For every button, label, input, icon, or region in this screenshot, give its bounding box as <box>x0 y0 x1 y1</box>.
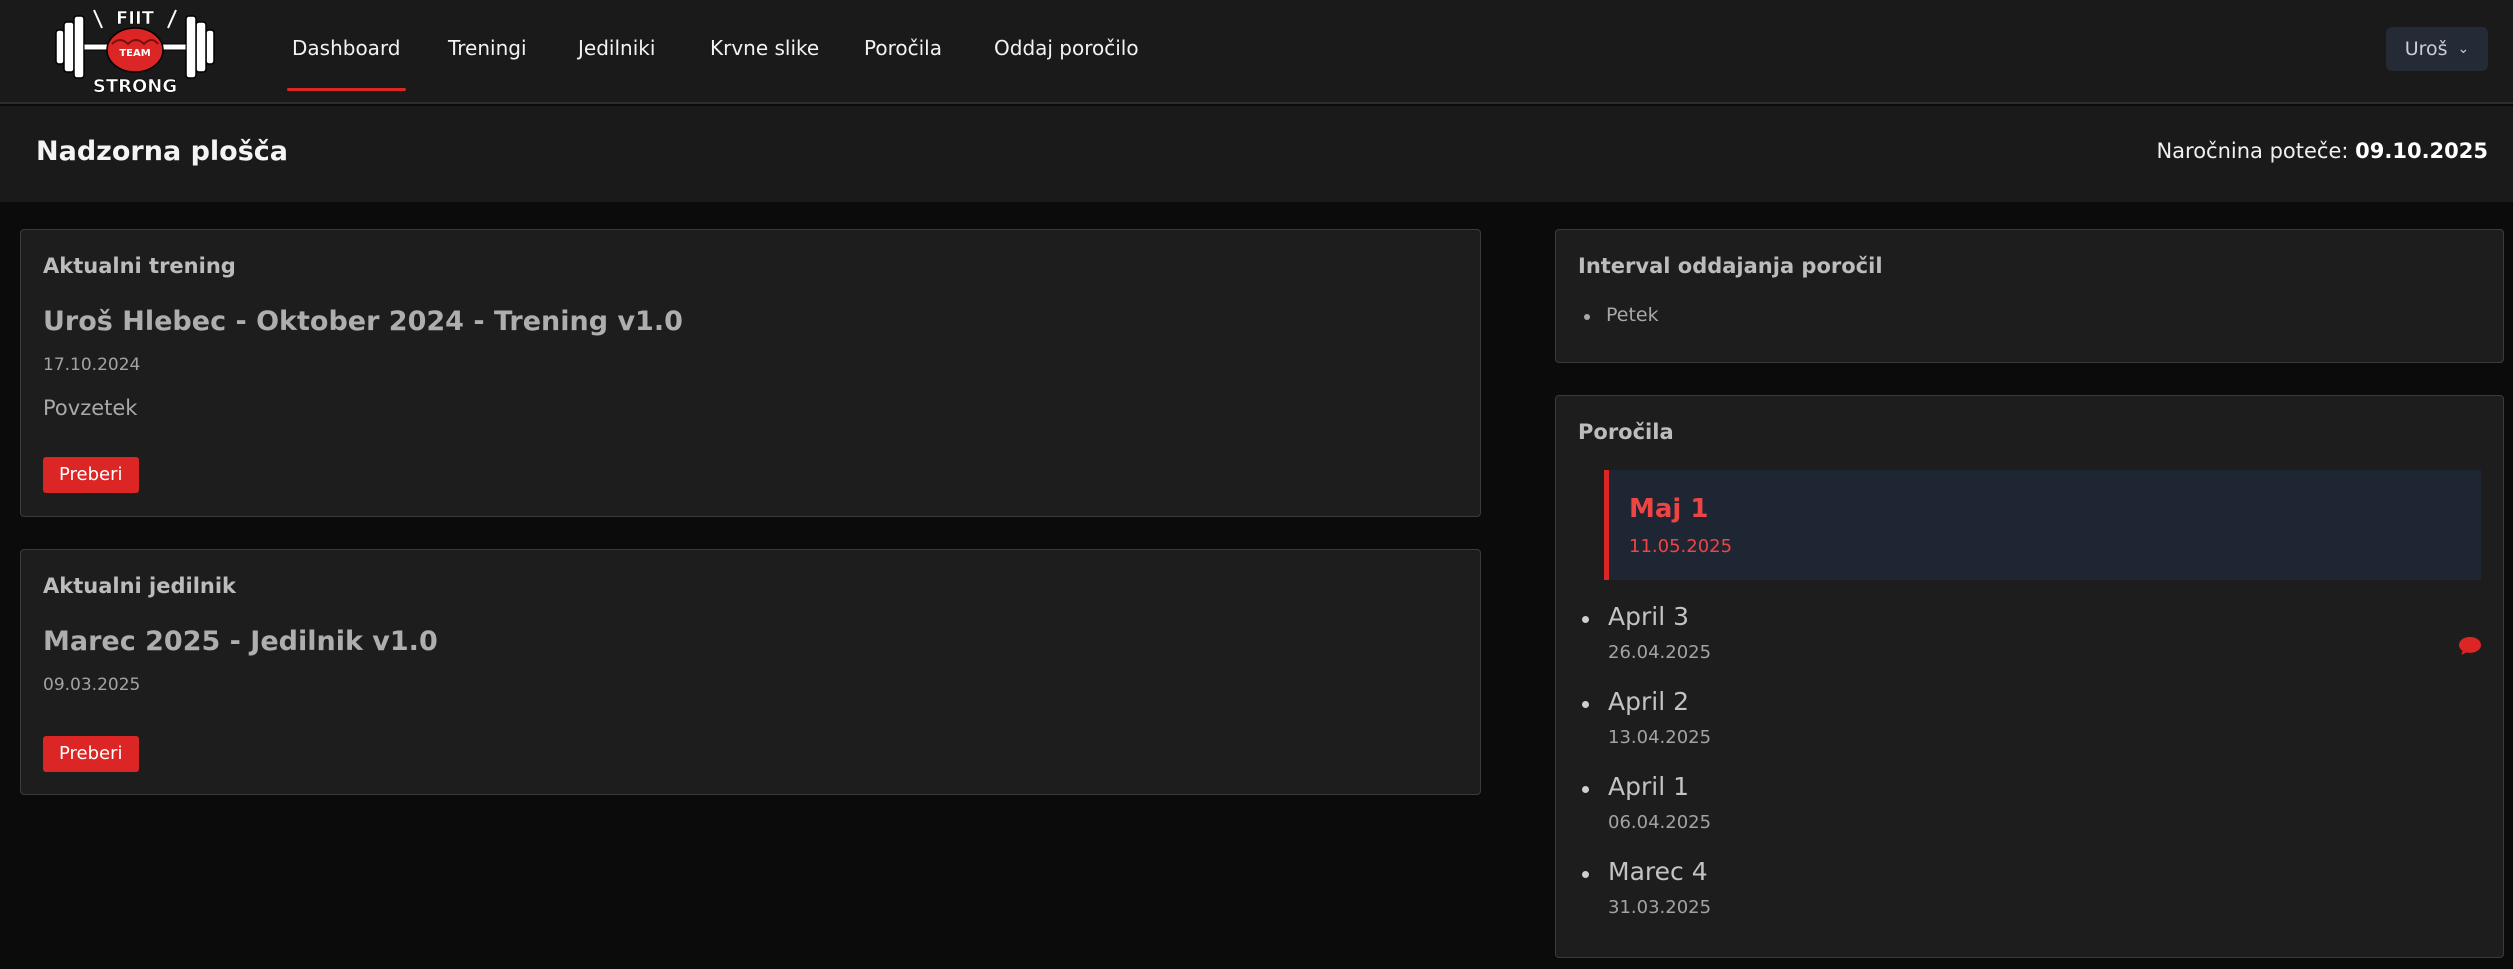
report-date: 31.03.2025 <box>1608 897 1712 918</box>
report-title: Maj 1 <box>1629 494 1709 524</box>
card-title: Aktualni jedilnik <box>43 574 237 598</box>
card-title: Interval oddajanja poročil <box>1578 254 1883 278</box>
user-menu-button[interactable]: Uroš ⌄ <box>2386 27 2488 71</box>
training-date: 17.10.2024 <box>43 355 141 375</box>
nav-oddaj-porocilo[interactable]: Oddaj poročilo <box>994 36 1139 66</box>
top-navbar: FIIT TEAM STRONG Dashboard Treningi Jedi… <box>0 0 2513 104</box>
diet-date: 09.03.2025 <box>43 675 141 695</box>
user-name: Uroš <box>2404 38 2448 60</box>
nav-porocila[interactable]: Poročila <box>864 36 942 66</box>
report-date: 11.05.2025 <box>1629 536 1733 557</box>
report-title: Marec 4 <box>1608 857 1708 886</box>
card-title: Poročila <box>1578 420 1674 444</box>
logo-graphic: FIIT TEAM STRONG <box>55 8 215 97</box>
report-interval-card: Interval oddajanja poročil Petek <box>1555 229 2504 363</box>
nav-treningi[interactable]: Treningi <box>448 36 527 66</box>
subscription-date: 09.10.2025 <box>2355 139 2488 163</box>
report-item[interactable]: Marec 4 31.03.2025 <box>1582 857 2482 927</box>
svg-text:STRONG: STRONG <box>93 76 177 97</box>
report-date: 26.04.2025 <box>1608 642 1712 663</box>
training-title: Uroš Hlebec - Oktober 2024 - Trening v1.… <box>43 306 683 337</box>
svg-text:FIIT: FIIT <box>116 8 155 29</box>
svg-text:TEAM: TEAM <box>119 48 150 59</box>
fit-strong-logo[interactable]: FIIT TEAM STRONG <box>50 0 220 100</box>
subscription-expiry: Naročnina poteče: 09.10.2025 <box>2156 139 2488 163</box>
report-item[interactable]: April 2 13.04.2025 <box>1582 687 2482 757</box>
reports-card: Poročila Maj 1 11.05.2025 April 3 26.04.… <box>1555 395 2504 958</box>
chevron-down-icon: ⌄ <box>2457 41 2470 57</box>
nav-jedilniki[interactable]: Jedilniki <box>578 36 655 66</box>
report-title: April 3 <box>1608 602 1689 631</box>
read-training-button[interactable]: Preberi <box>43 457 139 493</box>
training-summary: Povzetek <box>43 396 138 420</box>
report-item-active[interactable]: Maj 1 11.05.2025 <box>1604 470 2481 580</box>
report-date: 06.04.2025 <box>1608 812 1712 833</box>
report-item[interactable]: April 1 06.04.2025 <box>1582 772 2482 842</box>
page-title: Nadzorna plošča <box>36 136 288 167</box>
current-training-card: Aktualni trening Uroš Hlebec - Oktober 2… <box>20 229 1481 517</box>
nav-dashboard[interactable]: Dashboard <box>287 36 406 91</box>
nav-krvne-slike[interactable]: Krvne slike <box>710 36 819 66</box>
read-diet-button[interactable]: Preberi <box>43 736 139 772</box>
card-title: Aktualni trening <box>43 254 236 278</box>
report-item[interactable]: April 3 26.04.2025 <box>1582 602 2482 672</box>
current-diet-card: Aktualni jedilnik Marec 2025 - Jedilnik … <box>20 549 1481 795</box>
subscription-label: Naročnina poteče: <box>2156 139 2349 163</box>
report-date: 13.04.2025 <box>1608 727 1712 748</box>
comment-icon[interactable] <box>2458 636 2482 656</box>
page-header: Nadzorna plošča Naročnina poteče: 09.10.… <box>0 106 2513 202</box>
diet-title: Marec 2025 - Jedilnik v1.0 <box>43 626 438 657</box>
interval-item: Petek <box>1584 304 1659 326</box>
report-title: April 1 <box>1608 772 1689 801</box>
report-title: April 2 <box>1608 687 1689 716</box>
